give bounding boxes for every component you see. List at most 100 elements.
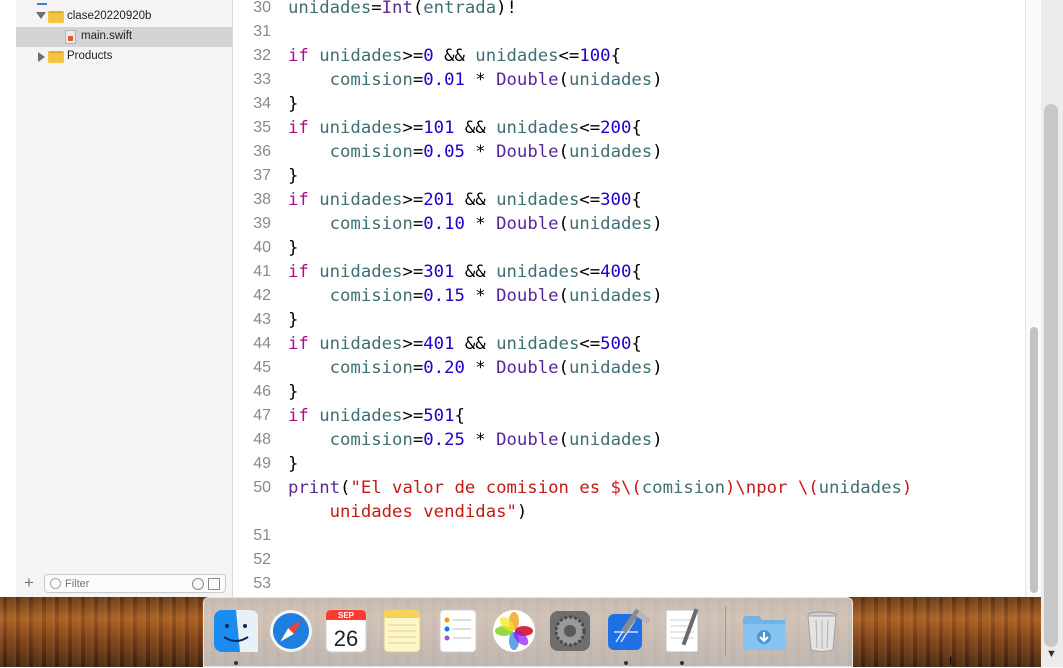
recent-files-icon[interactable]	[192, 578, 204, 590]
running-indicator	[234, 661, 238, 665]
code-token: {	[454, 406, 465, 426]
code-token: 0.01	[423, 70, 465, 90]
filter-field[interactable]	[44, 574, 226, 593]
code-token: )	[652, 358, 663, 378]
code-token: >=	[402, 46, 424, 66]
code-token: >=	[402, 334, 424, 354]
line-number: 32	[253, 47, 271, 64]
code-text: comision=0.10 * Double(unidades)	[288, 212, 663, 236]
window-scroll-thumb[interactable]	[1044, 104, 1058, 647]
code-text: }	[288, 308, 298, 332]
code-token: (	[558, 142, 569, 162]
code-token: *	[464, 70, 497, 90]
nav-group-clase20220920b[interactable]: clase20220920b	[16, 7, 232, 27]
code-token: 101	[423, 118, 455, 138]
code-text: }	[288, 236, 298, 260]
code-token: }	[288, 166, 299, 186]
line-number: 39	[253, 215, 271, 232]
code-token: )!	[496, 0, 517, 18]
code-token: Double	[496, 70, 559, 90]
line-number: 40	[253, 239, 271, 256]
code-token: 400	[600, 262, 632, 282]
code-token: {	[631, 190, 642, 210]
code-token: =	[412, 430, 424, 450]
code-text: if unidades>=101 && unidades<=200{	[288, 116, 642, 140]
project-navigator: clase20220920b main.swift Products	[16, 0, 233, 597]
finder-icon[interactable]	[212, 606, 260, 656]
code-token: >=	[402, 190, 424, 210]
add-icon[interactable]: +	[24, 573, 34, 593]
nav-group-products[interactable]: Products	[16, 47, 232, 67]
code-editor[interactable]: 30 unidades=Int(entrada)! 31 32 if unidades>…	[233, 0, 1025, 597]
line-number: 33	[253, 71, 271, 88]
folder-icon	[48, 51, 64, 63]
nav-file-main-swift[interactable]: main.swift	[16, 27, 232, 47]
code-token: comision	[329, 430, 413, 450]
line-number: 34	[253, 95, 271, 112]
code-token: Double	[496, 214, 559, 234]
code-text: }	[288, 452, 298, 476]
safari-icon[interactable]	[267, 606, 315, 656]
code-text: if unidades>=301 && unidades<=400{	[288, 260, 642, 284]
disclosure-right-icon[interactable]	[38, 52, 45, 62]
code-token: comision	[329, 358, 413, 378]
code-text: print("El valor de comision es $\(comisi…	[288, 476, 912, 500]
code-token: unidades vendidas"	[329, 502, 517, 522]
filter-input[interactable]	[65, 576, 175, 591]
code-token: if	[288, 46, 309, 66]
code-text: if unidades>=501{	[288, 404, 465, 428]
downloads-folder-icon[interactable]	[740, 606, 788, 656]
code-token: (	[558, 70, 569, 90]
code-token: (	[558, 430, 569, 450]
code-token: &&	[454, 334, 497, 354]
photos-icon[interactable]	[490, 606, 538, 656]
code-token: unidades	[496, 262, 580, 282]
code-token: 0.05	[423, 142, 465, 162]
code-token: >=	[402, 262, 424, 282]
system-preferences-icon[interactable]	[546, 606, 594, 656]
running-indicator	[680, 661, 684, 665]
calendar-day: 26	[334, 626, 358, 651]
window-scrollbar[interactable]: ▼	[1041, 0, 1063, 667]
folder-icon	[48, 11, 64, 23]
code-token: }	[288, 382, 299, 402]
code-text: comision=0.05 * Double(unidades)	[288, 140, 663, 164]
left-window-edge	[0, 0, 16, 597]
code-token: unidades	[818, 478, 902, 498]
line-number: 51	[253, 527, 271, 544]
xcode-icon[interactable]	[602, 606, 651, 656]
calendar-icon[interactable]: SEP 26	[322, 606, 370, 656]
code-token: unidades	[496, 118, 580, 138]
line-number: 35	[253, 119, 271, 136]
code-token: &&	[454, 190, 497, 210]
code-token: unidades	[568, 142, 653, 162]
code-token: print	[288, 478, 341, 498]
scroll-down-arrow-icon[interactable]: ▼	[1046, 648, 1057, 660]
code-token: 500	[600, 334, 632, 354]
source-control-filter-icon[interactable]	[208, 578, 220, 590]
code-token: }	[288, 94, 299, 114]
code-token: Double	[496, 358, 559, 378]
swift-file-icon	[65, 30, 76, 44]
editor-scrollbar[interactable]	[1025, 0, 1041, 597]
reminders-icon[interactable]	[434, 606, 482, 656]
code-token: comision	[641, 478, 725, 498]
code-token: if	[288, 406, 309, 426]
textedit-icon[interactable]	[658, 606, 706, 656]
nav-label: clase20220920b	[67, 10, 152, 22]
editor-scroll-thumb[interactable]	[1030, 327, 1038, 593]
notes-icon[interactable]	[378, 606, 426, 656]
code-token: }	[288, 454, 299, 474]
trash-icon[interactable]	[798, 606, 846, 656]
code-token: 0.20	[423, 358, 465, 378]
code-token: 401	[423, 334, 455, 354]
code-token: <=	[579, 334, 601, 354]
line-number: 37	[253, 167, 271, 184]
code-token: Double	[496, 286, 559, 306]
disclosure-down-icon[interactable]	[36, 12, 46, 19]
code-token: }	[288, 310, 299, 330]
